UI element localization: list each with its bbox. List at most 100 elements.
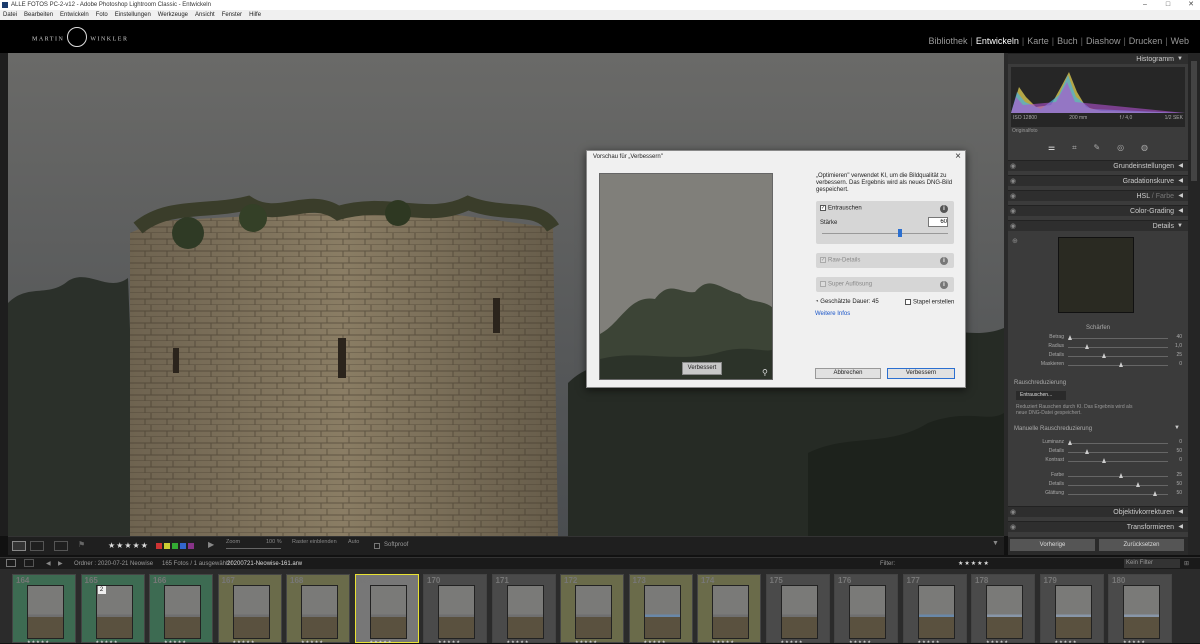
panel-scrollbar[interactable]: [1188, 53, 1200, 555]
previous-button[interactable]: Vorherige: [1010, 539, 1095, 551]
crop-icon[interactable]: ⌗: [1072, 143, 1077, 153]
slider-thumb[interactable]: [1119, 362, 1123, 367]
slider-thumb[interactable]: [1102, 353, 1106, 358]
module-bibliothek[interactable]: Bibliothek: [925, 36, 970, 46]
grid-overlay-label[interactable]: Raster einblenden: [292, 539, 337, 545]
slider-row[interactable]: Farbe 25: [1012, 472, 1184, 480]
stack-badge[interactable]: 2: [97, 586, 106, 594]
slider-thumb[interactable]: [1085, 344, 1089, 349]
panel-hsl[interactable]: ◉ HSL / Farbe ◀: [1008, 190, 1188, 201]
module-buch[interactable]: Buch: [1054, 36, 1081, 46]
slider-track[interactable]: [1068, 338, 1168, 339]
histogram-header[interactable]: Histogramm ▼: [1008, 53, 1188, 64]
slider-row[interactable]: Maskieren 0: [1012, 361, 1184, 369]
menu-datei[interactable]: Datei: [3, 10, 17, 20]
auto-label[interactable]: Auto: [348, 539, 359, 545]
menu-bearbeiten[interactable]: Bearbeiten: [24, 10, 53, 20]
eye-icon[interactable]: ◉: [1010, 191, 1016, 202]
photo-thumbnail[interactable]: [780, 585, 818, 639]
minimize-icon[interactable]: –: [1138, 0, 1152, 10]
zoom-magnifier-icon[interactable]: ⚲: [762, 368, 768, 377]
denoise-option[interactable]: ✓ Entrauschen: [820, 205, 862, 212]
label-red[interactable]: [156, 543, 162, 549]
photo-thumbnail[interactable]: [575, 585, 612, 639]
photo-thumbnail[interactable]: [27, 585, 64, 639]
slider-track[interactable]: [1068, 443, 1168, 444]
slider-thumb[interactable]: [1068, 440, 1072, 445]
cancel-button[interactable]: Abbrechen: [815, 368, 881, 379]
module-entwickeln[interactable]: Entwickeln: [973, 36, 1022, 46]
reset-button[interactable]: Zurücksetzen: [1099, 539, 1184, 551]
flag-icon[interactable]: ⚑: [78, 540, 85, 549]
detail-preview[interactable]: [1058, 237, 1134, 313]
rating-stars[interactable]: ★★★★★: [108, 541, 149, 550]
info-icon[interactable]: i: [940, 205, 948, 213]
module-diashow[interactable]: Diashow: [1083, 36, 1124, 46]
enhance-button[interactable]: Verbessern: [887, 368, 955, 379]
zoom-slider[interactable]: [226, 548, 281, 549]
filmstrip-cell[interactable]: 176 ★★★★★: [834, 574, 898, 644]
eye-icon[interactable]: ◉: [1010, 507, 1016, 518]
masking-icon[interactable]: ◍: [1141, 143, 1148, 153]
slider-track[interactable]: [1068, 356, 1168, 357]
panel-grundeinstellungen[interactable]: ◉ Grundeinstellungen ◀: [1008, 160, 1188, 171]
toolbar-menu-icon[interactable]: ▼: [992, 540, 999, 547]
photo-thumbnail[interactable]: [506, 585, 544, 639]
slider-track[interactable]: [1068, 461, 1168, 462]
maximize-icon[interactable]: □: [1161, 0, 1175, 10]
filmstrip-cell[interactable]: 179 ★★★★★: [1039, 574, 1104, 644]
enhance-preview-image[interactable]: Verbessert ⚲: [599, 173, 773, 380]
menu-hilfe[interactable]: Hilfe: [249, 10, 261, 20]
softproof-checkbox[interactable]: [374, 543, 380, 549]
strength-slider-thumb[interactable]: [897, 229, 902, 237]
denoise-checkbox[interactable]: ✓: [820, 205, 826, 211]
module-karte[interactable]: Karte: [1024, 36, 1052, 46]
info-icon[interactable]: i: [940, 257, 948, 265]
menu-fenster[interactable]: Fenster: [222, 10, 242, 20]
menu-entwickeln[interactable]: Entwickeln: [60, 10, 89, 20]
eye-icon[interactable]: ◉: [1010, 221, 1016, 232]
page1-icon[interactable]: [6, 559, 16, 567]
menu-ansicht[interactable]: Ansicht: [195, 10, 215, 20]
filmstrip-cell[interactable]: 174 ★★★★★: [697, 574, 761, 644]
filmstrip-cell[interactable]: 180 ★★★★★: [1108, 574, 1172, 644]
slider-thumb[interactable]: [1068, 335, 1072, 340]
stack-option[interactable]: Stapel erstellen: [905, 299, 954, 306]
filmstrip-cell[interactable]: 178 ★★★★★: [971, 574, 1035, 644]
slider-track[interactable]: [1068, 347, 1168, 348]
target-icon[interactable]: ⊕: [1012, 237, 1018, 245]
photo-thumbnail[interactable]: [438, 585, 475, 639]
filmstrip-cell[interactable]: 171 ★★★★★: [491, 574, 556, 644]
eye-icon[interactable]: ◉: [1010, 161, 1016, 172]
filmstrip-cell[interactable]: 166 ★★★★★: [149, 574, 213, 644]
photo-thumbnail[interactable]: [849, 585, 886, 639]
filmstrip-cell[interactable]: 169 ★★★★★: [354, 574, 419, 644]
before-after-icon[interactable]: [30, 541, 44, 551]
filmstrip-cell[interactable]: 173 ★★★★★: [628, 574, 693, 644]
page2-icon[interactable]: [24, 559, 34, 567]
slider-track[interactable]: [1068, 476, 1168, 477]
slider-row[interactable]: Details 25: [1012, 352, 1184, 360]
slider-row[interactable]: Radius 1,0: [1012, 343, 1184, 351]
slider-row[interactable]: Luminanz 0: [1012, 439, 1184, 447]
left-panel-collapsed[interactable]: [0, 53, 8, 536]
stack-checkbox[interactable]: [905, 299, 911, 305]
label-purple[interactable]: [188, 543, 194, 549]
filmstrip-cell[interactable]: 164 ★★★★★: [12, 574, 76, 644]
strength-input[interactable]: [928, 217, 948, 227]
photo-thumbnail[interactable]: [164, 585, 201, 639]
module-drucken[interactable]: Drucken: [1126, 36, 1166, 46]
filmstrip-cell[interactable]: 167 ★★★★★: [217, 574, 282, 644]
slider-thumb[interactable]: [1153, 491, 1157, 496]
eye-icon[interactable]: ◉: [1010, 206, 1016, 217]
label-yellow[interactable]: [164, 543, 170, 549]
filter-select[interactable]: Kein Filter: [1124, 559, 1180, 568]
panel-color-grading[interactable]: ◉ Color-Grading ◀: [1008, 205, 1188, 216]
info-icon[interactable]: i: [940, 281, 948, 289]
eye-icon[interactable]: ◉: [1010, 522, 1016, 533]
panel-gradationskurve[interactable]: ◉ Gradationskurve ◀: [1008, 175, 1188, 186]
dialog-close-icon[interactable]: ×: [955, 151, 961, 162]
histogram-graph[interactable]: ISO 12800 200 mm f / 4,0 1/2 SEK: [1011, 67, 1185, 127]
scroll-thumb[interactable]: [1191, 61, 1197, 181]
photo-thumbnail[interactable]: [369, 585, 407, 639]
